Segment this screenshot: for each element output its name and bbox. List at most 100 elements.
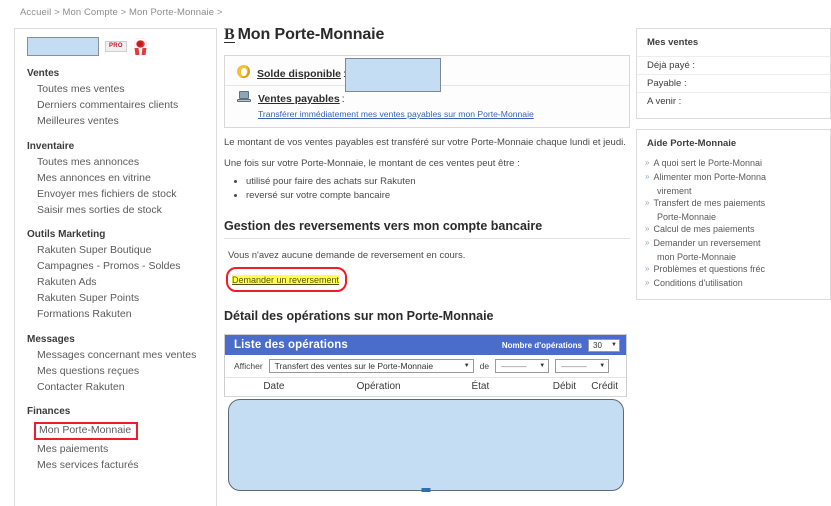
sidebar-group-outils-marketing: Outils Marketing <box>27 229 106 240</box>
help-link-label: Transfert de mes paiements <box>653 198 766 208</box>
main-content: BMon Porte-Monnaie Solde disponible: Ven… <box>224 26 630 397</box>
sidebar-item-envoyer-fichiers-stock[interactable]: Envoyer mes fichiers de stock <box>37 187 216 202</box>
sidebar-item-messages-ventes[interactable]: Messages concernant mes ventes <box>37 348 216 363</box>
help-link-conditions-utilisation[interactable]: » Conditions d'utilisation <box>645 277 830 289</box>
help-panel: Aide Porte-Monnaie » A quoi sert le Port… <box>636 129 831 300</box>
afficher-label: Afficher <box>234 361 263 371</box>
help-link-alimenter[interactable]: » Alimenter mon Porte-Monna <box>645 171 830 183</box>
reversal-status-text: Vous n'avez aucune demande de reversemen… <box>228 250 466 261</box>
award-rosette-icon <box>133 38 148 55</box>
chevron-down-icon: ▼ <box>539 363 546 369</box>
double-chevron-icon: » <box>645 238 650 247</box>
help-link-calcul-paiements[interactable]: » Calcul de mes paiements <box>645 223 830 235</box>
help-link-problemes-questions[interactable]: » Problèmes et questions fréc <box>645 263 830 275</box>
shop-header: PRO <box>15 29 216 56</box>
demander-reversement-link[interactable]: Demander un reversement <box>232 275 340 285</box>
operations-count-controls: Nombre d'opérations 30 ▼ <box>501 338 620 352</box>
sales-row-a-venir: A venir : <box>637 92 830 110</box>
transfer-now-link[interactable]: Transférer immédiatement mes ventes paya… <box>258 109 534 119</box>
sidebar-item-saisir-sorties-stock[interactable]: Saisir mes sorties de stock <box>37 203 216 218</box>
sidebar-item-mes-paiements[interactable]: Mes paiements <box>37 442 216 457</box>
solde-label: Solde disponible <box>257 68 342 80</box>
pro-badge: PRO <box>105 41 127 52</box>
help-link-label: Alimenter mon Porte-Monna <box>653 172 767 182</box>
sidebar-item-questions-recues[interactable]: Mes questions reçues <box>37 364 216 379</box>
filter-type-select[interactable]: Transfert des ventes sur le Porte-Monnai… <box>268 359 474 373</box>
sidebar-item-mes-services-factures[interactable]: Mes services facturés <box>37 458 216 473</box>
sales-summary-panel: Mes ventes Déjà payé : Payable : A venir… <box>636 28 831 119</box>
help-link-label: Demander un reversement <box>653 238 761 248</box>
sidebar-item-formations-rakuten[interactable]: Formations Rakuten <box>37 307 216 322</box>
breadcrumb[interactable]: Accueil > Mon Compte > Mon Porte-Monnaie… <box>20 7 222 18</box>
operations-count-label: Nombre d'opérations <box>501 340 582 350</box>
sales-row-deja-paye: Déjà payé : <box>637 56 830 74</box>
filter-date-to-select[interactable]: ——— ▼ <box>555 359 610 373</box>
sidebar-item-mon-porte-monnaie[interactable]: Mon Porte-Monnaie <box>34 422 139 440</box>
list-item: reversé sur votre compte bancaire <box>246 189 630 202</box>
paragraph-usage-intro: Une fois sur votre Porte-Monnaie, le mon… <box>224 158 520 169</box>
sidebar-item-annonces-vitrine[interactable]: Mes annonces en vitrine <box>37 171 216 186</box>
shop-name-redacted <box>27 37 99 56</box>
double-chevron-icon: » <box>645 264 650 273</box>
sales-row-payable: Payable : <box>637 74 830 92</box>
help-link-alimenter-line2: virement <box>657 186 692 196</box>
redacted-rows-box <box>228 399 624 492</box>
sidebar-group-inventaire: Inventaire <box>27 140 75 152</box>
double-chevron-icon: » <box>645 224 650 233</box>
sidebar-group-ventes: Ventes <box>27 68 60 79</box>
column-header-date: Date <box>263 381 285 392</box>
sidebar-item-super-boutique[interactable]: Rakuten Super Boutique <box>37 243 216 258</box>
operations-count-select[interactable]: 30 ▼ <box>588 338 620 352</box>
paragraph-transfer-schedule: Le montant de vos ventes payables est tr… <box>224 137 626 148</box>
sidebar-item-contacter-rakuten[interactable]: Contacter Rakuten <box>37 380 216 395</box>
sidebar-item-toutes-mes-ventes[interactable]: Toutes mes ventes <box>37 82 216 97</box>
double-chevron-icon: » <box>645 172 650 181</box>
title-prefix-icon: B <box>224 26 235 43</box>
chevron-down-icon: ▼ <box>611 342 617 348</box>
de-label: de <box>479 361 490 371</box>
sales-summary-title: Mes ventes <box>647 37 699 48</box>
double-chevron-icon: » <box>645 158 650 167</box>
sidebar-item-meilleures-ventes[interactable]: Meilleures ventes <box>37 114 216 129</box>
page-root: Accueil > Mon Compte > Mon Porte-Monnaie… <box>0 0 831 506</box>
redacted-amounts-box <box>345 58 441 92</box>
double-chevron-icon: » <box>645 198 650 207</box>
sidebar-item-derniers-commentaires[interactable]: Derniers commentaires clients <box>37 98 216 113</box>
operations-table-header: Liste des opérations Nombre d'opérations… <box>225 335 626 355</box>
usage-bullet-list: utilisé pour faire des achats sur Rakute… <box>224 175 630 202</box>
help-link-demander-reversement[interactable]: » Demander un reversement <box>645 237 830 249</box>
page-title-text: Mon Porte-Monnaie <box>237 26 385 43</box>
filter-date-from-select[interactable]: ——— ▼ <box>495 359 550 373</box>
filter-type-value: Transfert des ventes sur le Porte-Monnai… <box>274 361 434 371</box>
ventes-payables-colon: : <box>341 93 345 105</box>
help-link-label: Conditions d'utilisation <box>653 278 743 288</box>
sidebar-group-finances: Finances <box>27 406 71 417</box>
help-link-a-quoi-sert[interactable]: » A quoi sert le Porte-Monnai <box>645 157 830 169</box>
column-header-debit: Débit <box>552 381 577 392</box>
section-title-reversements: Gestion des reversements vers mon compte… <box>224 219 630 239</box>
operations-count-value: 30 <box>593 340 602 350</box>
help-link-transfert-line2: Porte-Monnaie <box>657 212 717 222</box>
filter-date-from-value: ——— <box>501 361 527 371</box>
operations-table: Liste des opérations Nombre d'opérations… <box>224 334 627 397</box>
laptop-icon <box>237 91 251 103</box>
help-link-transfert-paiements[interactable]: » Transfert de mes paiements <box>645 197 830 209</box>
double-chevron-icon: » <box>645 278 650 287</box>
section-title-detail-operations: Détail des opérations sur mon Porte-Monn… <box>224 309 494 323</box>
operations-filter-bar: Afficher Transfert des ventes sur le Por… <box>225 355 626 378</box>
sidebar-group-messages: Messages <box>27 333 75 345</box>
sidebar-item-rakuten-ads[interactable]: Rakuten Ads <box>37 275 216 290</box>
column-header-etat: État <box>471 381 490 392</box>
reversal-link-highlight-box: Demander un reversement <box>226 267 348 292</box>
sidebar-item-toutes-mes-annonces[interactable]: Toutes mes annonces <box>37 155 216 170</box>
list-item: utilisé pour faire des achats sur Rakute… <box>246 175 630 188</box>
help-panel-title: Aide Porte-Monnaie <box>647 138 737 149</box>
sidebar-item-campagnes-promos-soldes[interactable]: Campagnes - Promos - Soldes <box>37 259 216 274</box>
filter-date-to-value: ——— <box>561 361 587 371</box>
chevron-down-icon: ▼ <box>599 363 606 369</box>
help-link-demander-line2: mon Porte-Monnaie <box>657 252 737 262</box>
balance-panel: Solde disponible: Ventes payables: Trans… <box>224 55 630 128</box>
ventes-payables-label: Ventes payables <box>258 93 340 105</box>
sidebar-item-super-points[interactable]: Rakuten Super Points <box>37 291 216 306</box>
operations-column-headers: Date Opération État Débit Crédit <box>225 378 626 397</box>
